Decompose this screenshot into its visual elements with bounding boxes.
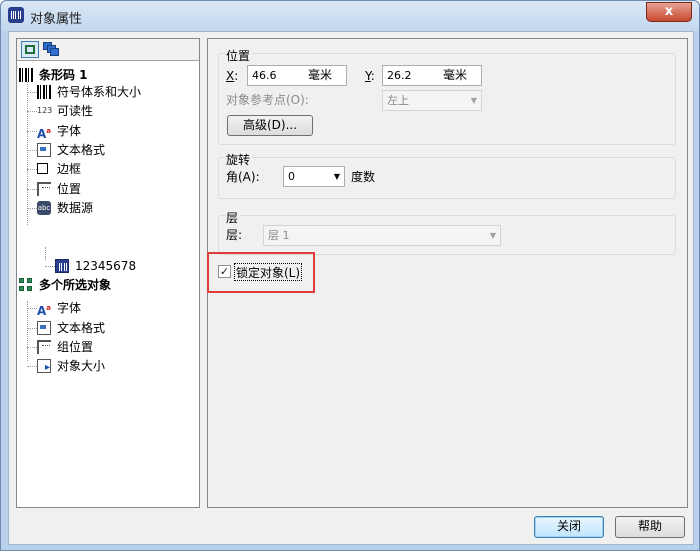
reference-point-select[interactable]: 左上 ▼ [382,90,482,111]
layer-label: 层: [226,228,243,242]
single-object-view-button[interactable] [21,41,39,58]
reference-point-label: 对象参考点(O): [226,93,309,107]
position-icon [37,182,51,196]
barcode-icon [19,68,33,82]
barcode-file-icon [55,259,69,273]
window-close-button[interactable]: x [646,2,692,22]
position-group-title: 位置 [226,47,253,64]
properties-dialog: 对象属性 x 条形码 1 符号体系和大小 123 可读性 Aa 字体 文本格式 … [0,0,700,551]
y-label: Y: [365,69,375,83]
datasource-icon: abc [37,201,51,215]
help-button[interactable]: 帮助 [615,516,685,538]
x-label: X: [226,69,239,83]
multi-object-view-button[interactable] [43,42,59,57]
barcode-app-icon [8,7,24,23]
y-coordinate-input[interactable]: 26.2 毫米 [382,65,482,86]
multi-select-icon [19,278,33,292]
title-bar: 对象属性 x [1,1,699,31]
digits-123-icon: 123 [37,106,53,115]
group-position-icon [37,340,51,354]
layer-group-title: 层 [226,209,241,226]
layer-select[interactable]: 层 1 ▼ [263,225,501,246]
x-coordinate-input[interactable]: 46.6 毫米 [247,65,347,86]
chevron-down-icon: ▼ [470,96,477,105]
font-icon: Aa [37,127,52,141]
border-icon [37,163,48,174]
window-title: 对象属性 [30,12,83,27]
angle-unit: 度数 [351,170,376,184]
text-format-icon [37,321,51,335]
object-size-icon [37,359,51,373]
dialog-body: 条形码 1 符号体系和大小 123 可读性 Aa 字体 文本格式 边框 位置 a… [8,31,694,545]
angle-select[interactable]: 0 ▼ [283,166,345,187]
highlight-annotation [207,252,315,293]
barcode-lines-icon [37,85,51,99]
angle-label: 角(A): [226,170,260,184]
text-format-icon [37,143,51,157]
font-icon: Aa [37,304,52,318]
chevron-down-icon: ▼ [489,231,496,240]
advanced-button[interactable]: 高级(D)... [227,115,313,136]
chevron-down-icon: ▼ [333,172,340,181]
rotation-group-title: 旋转 [226,151,253,168]
properties-tree-panel: 条形码 1 符号体系和大小 123 可读性 Aa 字体 文本格式 边框 位置 a… [16,38,200,508]
close-button[interactable]: 关闭 [534,516,604,538]
tree-toolbar [17,39,199,61]
